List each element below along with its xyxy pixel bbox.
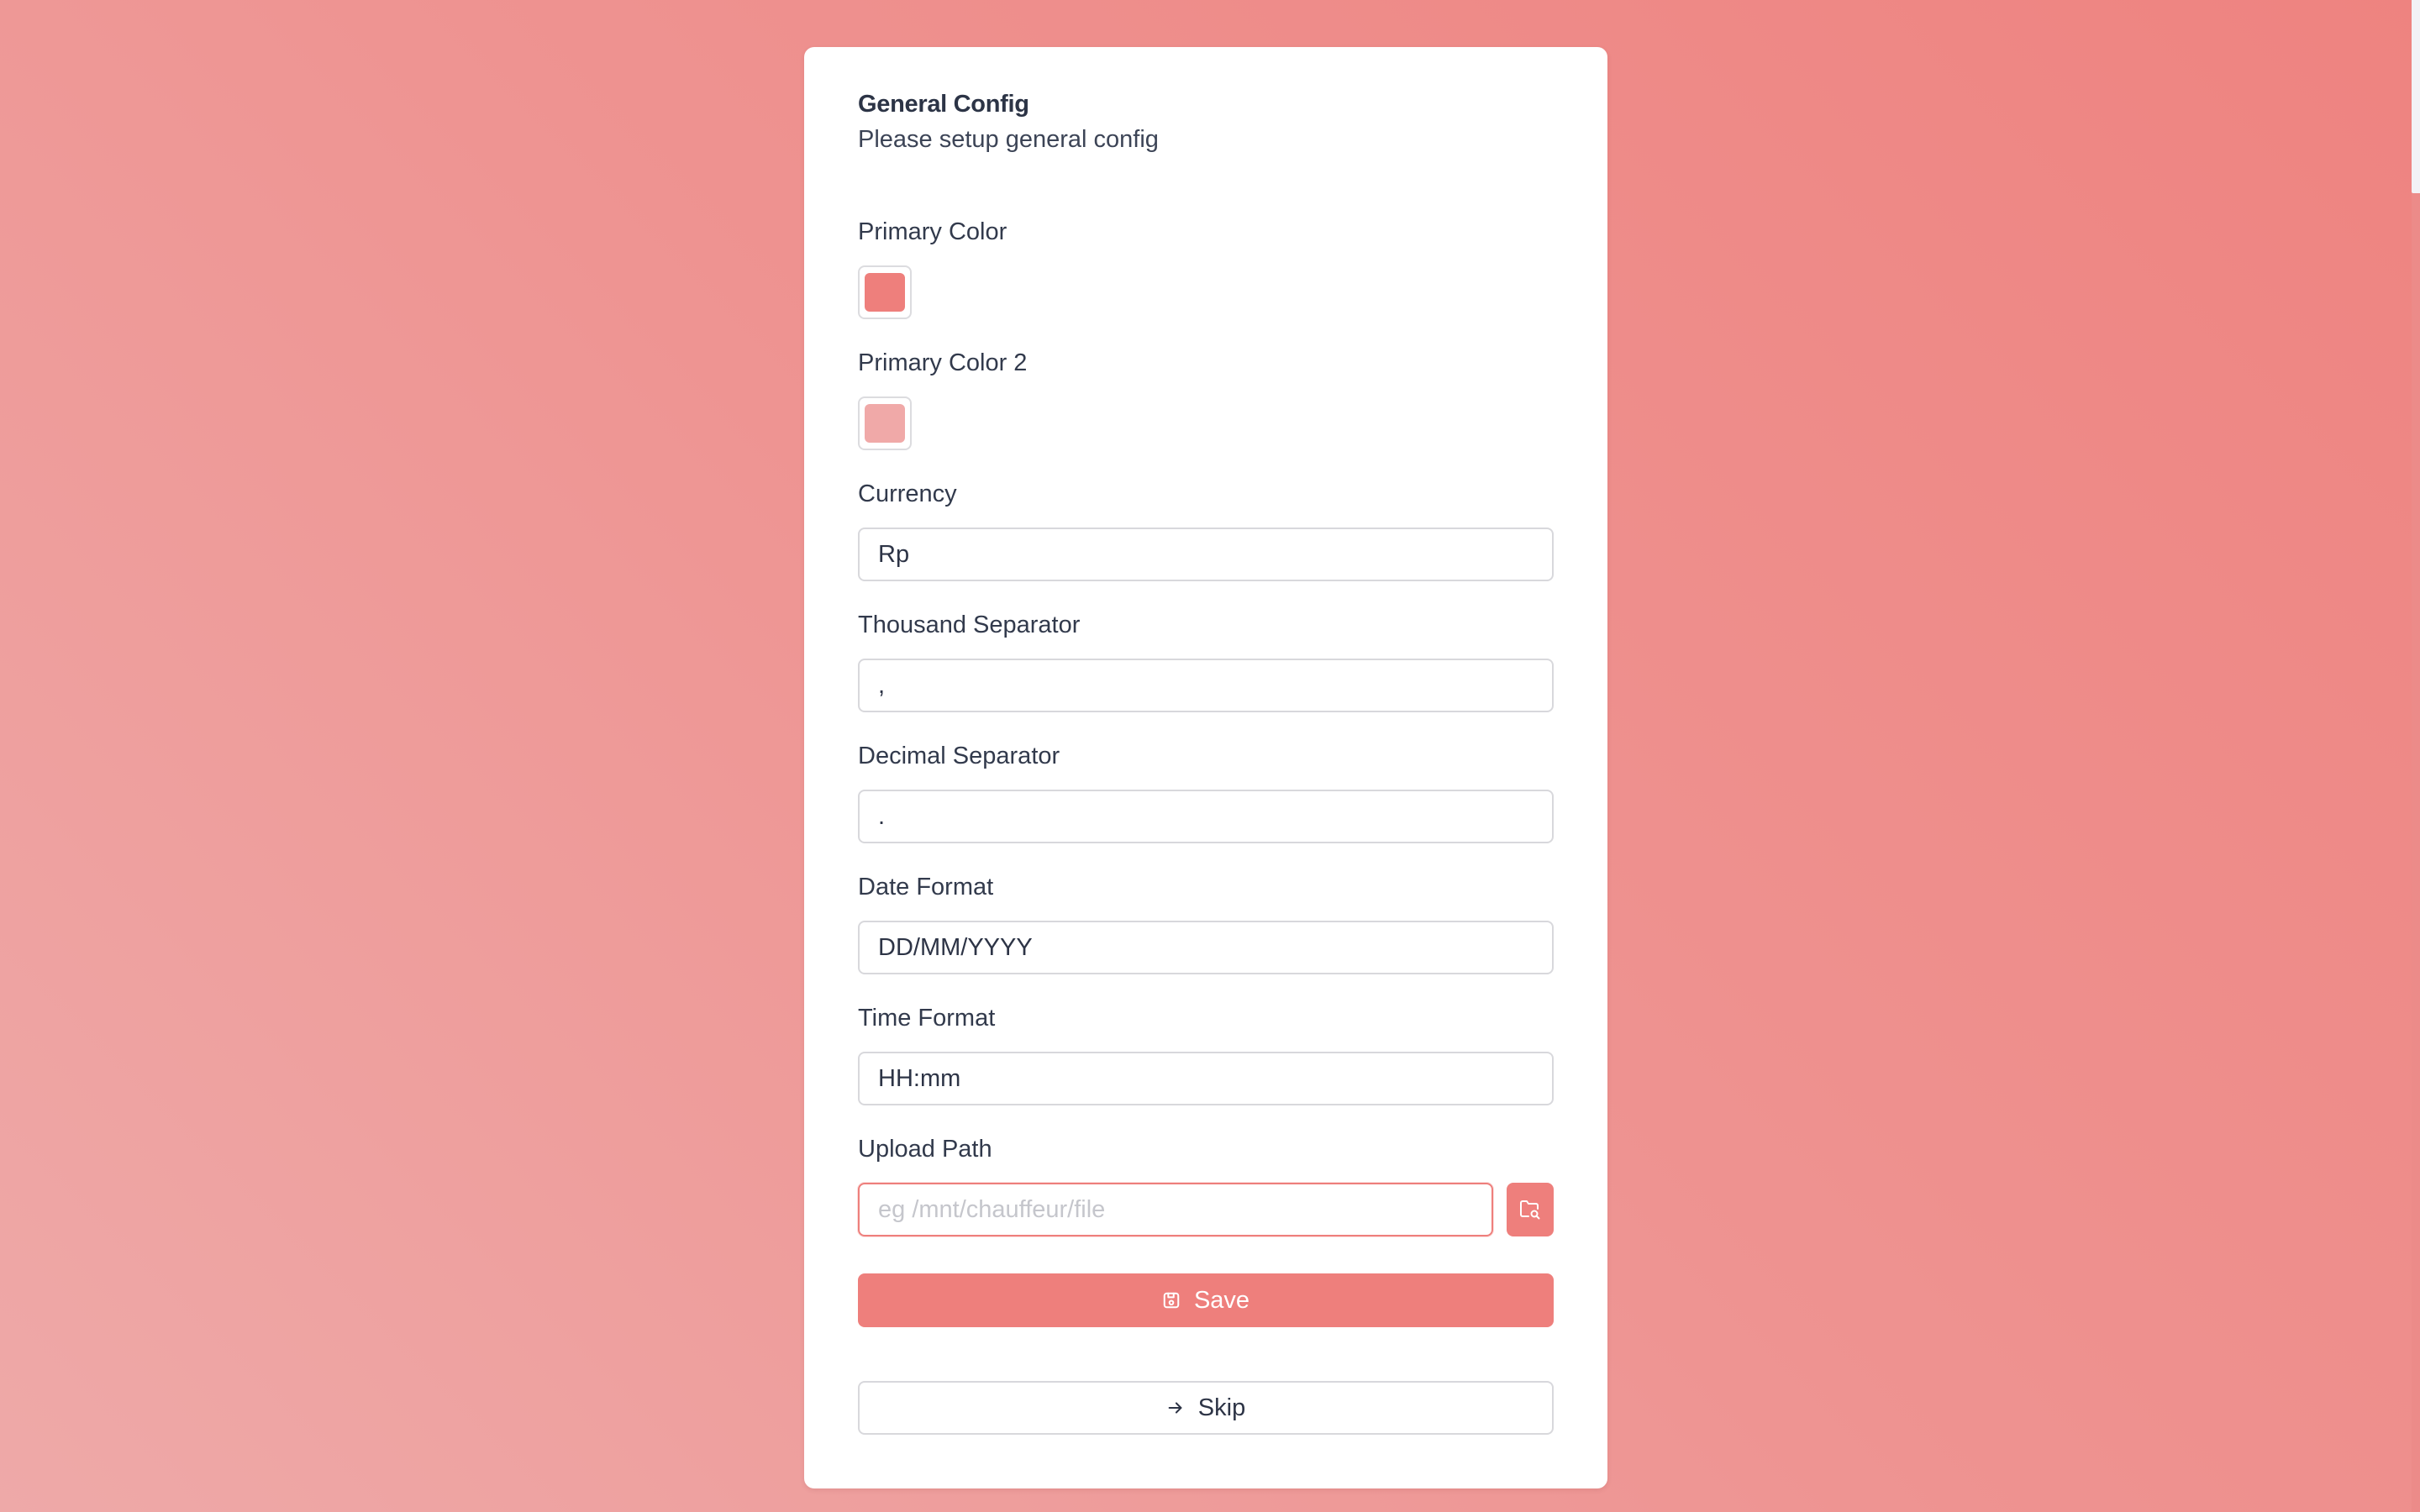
arrow-right-icon [1166, 1399, 1185, 1417]
folder-search-icon [1519, 1200, 1541, 1220]
save-button-label: Save [1193, 1286, 1250, 1314]
thousand-separator-input[interactable] [858, 659, 1554, 712]
page-title: General Config [858, 91, 1029, 118]
save-button[interactable]: Save [858, 1273, 1554, 1327]
primary-color-2-picker[interactable] [858, 396, 912, 450]
currency-input[interactable] [858, 528, 1554, 581]
upload-path-field: Upload Path [858, 1132, 1554, 1236]
thousand-separator-label: Thousand Separator [858, 612, 1081, 638]
time-format-input[interactable] [858, 1052, 1554, 1105]
primary-color-picker[interactable] [858, 265, 912, 319]
time-format-label: Time Format [858, 1005, 996, 1032]
upload-path-input[interactable] [858, 1183, 1493, 1236]
date-format-field: Date Format [858, 870, 1554, 974]
skip-button-label: Skip [1197, 1394, 1246, 1421]
currency-field: Currency [858, 477, 1554, 581]
save-icon [1162, 1291, 1181, 1310]
scrollbar-thumb[interactable] [2412, 0, 2420, 193]
time-format-field: Time Format [858, 1001, 1554, 1105]
primary-color-2-label: Primary Color 2 [858, 349, 1028, 376]
primary-color-swatch [865, 273, 905, 312]
primary-color-2-swatch [865, 404, 905, 443]
config-card: General Config Please setup general conf… [804, 47, 1607, 1488]
thousand-separator-field: Thousand Separator [858, 608, 1554, 712]
primary-color-2-field: Primary Color 2 [858, 346, 1554, 450]
page-scrollbar[interactable] [2412, 0, 2420, 1512]
date-format-input[interactable] [858, 921, 1554, 974]
primary-color-field: Primary Color [858, 215, 1554, 319]
primary-color-label: Primary Color [858, 218, 1007, 245]
upload-path-row [858, 1183, 1554, 1236]
page-subtitle: Please setup general config [858, 126, 1159, 153]
upload-path-label: Upload Path [858, 1136, 992, 1163]
decimal-separator-input[interactable] [858, 790, 1554, 843]
date-format-label: Date Format [858, 874, 994, 900]
currency-label: Currency [858, 480, 957, 507]
skip-button[interactable]: Skip [858, 1381, 1554, 1435]
decimal-separator-label: Decimal Separator [858, 743, 1060, 769]
browse-folder-button[interactable] [1507, 1183, 1554, 1236]
decimal-separator-field: Decimal Separator [858, 739, 1554, 843]
